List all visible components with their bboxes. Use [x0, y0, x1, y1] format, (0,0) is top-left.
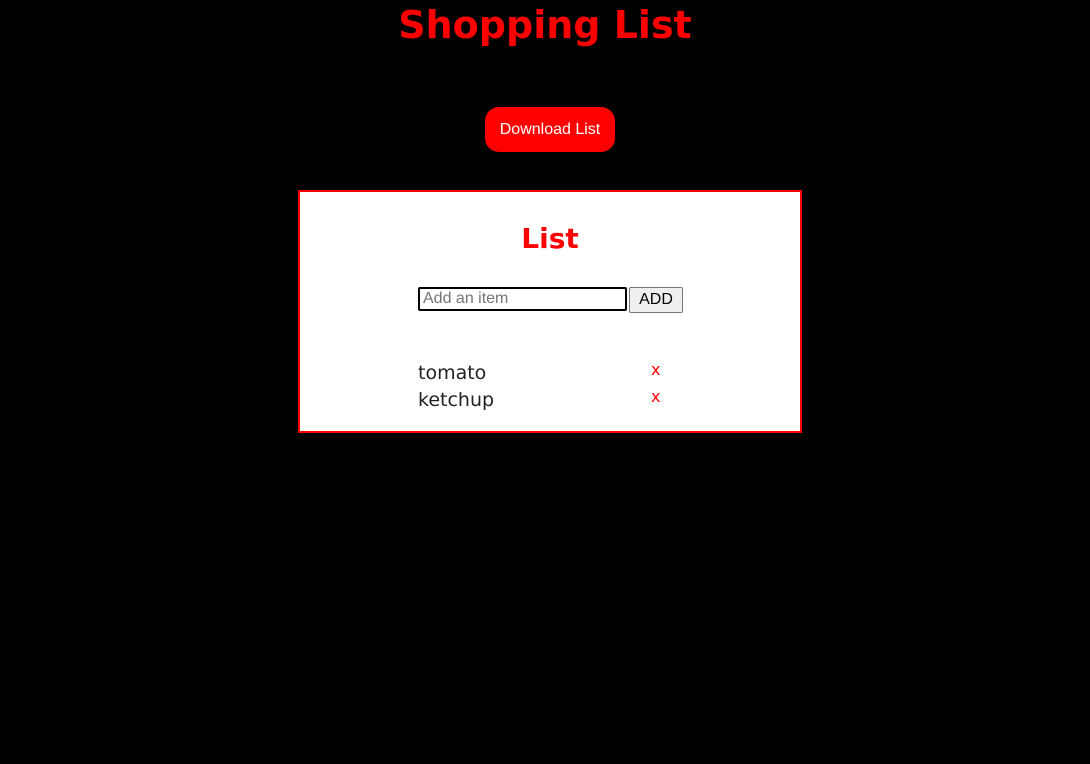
page-title: Shopping List	[398, 3, 692, 47]
list-card: List ADD tomato x ketchup x	[298, 190, 802, 433]
item-name: tomato	[418, 362, 487, 384]
add-item-input[interactable]	[418, 287, 627, 311]
remove-item-button[interactable]: x	[651, 385, 660, 409]
list-title: List	[521, 222, 579, 255]
remove-item-button[interactable]: x	[651, 358, 660, 382]
list-item: ketchup x	[418, 387, 678, 414]
add-button[interactable]: ADD	[629, 287, 683, 313]
item-name: ketchup	[418, 389, 495, 411]
download-list-button[interactable]: Download List	[485, 107, 615, 152]
shopping-items: tomato x ketchup x	[418, 360, 678, 414]
page: Shopping List Download List List ADD tom…	[0, 0, 1090, 764]
list-item: tomato x	[418, 360, 678, 387]
